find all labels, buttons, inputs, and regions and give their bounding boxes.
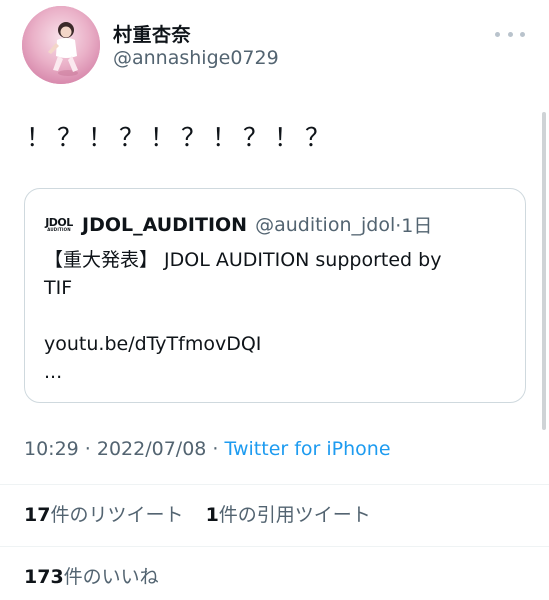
quotes-label: 件の引用ツイート xyxy=(218,504,371,526)
author-handle[interactable]: @annashige0729 xyxy=(113,47,279,69)
quoted-author-name: JDOL_AUDITION xyxy=(82,213,248,236)
avatar[interactable] xyxy=(22,6,100,84)
divider xyxy=(0,546,549,547)
retweets-stat[interactable]: 17件のリツイート xyxy=(24,504,183,526)
more-dot-icon xyxy=(520,31,525,37)
quoted-text-line: 【重大発表】 JDOL AUDITION supported by xyxy=(44,249,442,271)
likes-count: 173 xyxy=(24,566,64,588)
more-options-button[interactable] xyxy=(495,24,525,44)
retweets-label: 件のリツイート xyxy=(50,504,184,526)
jdol-logo-icon: JDOL AUDITION xyxy=(44,212,74,238)
profile-photo-icon xyxy=(22,6,100,84)
scrollbar[interactable] xyxy=(542,112,546,430)
quoted-tweet-body: 【重大発表】 JDOL AUDITION supported by TIF yo… xyxy=(44,246,514,386)
quoted-author-handle: @audition_jdol xyxy=(255,213,396,236)
retweets-count: 17 xyxy=(24,504,51,526)
tweet-meta: 10:29 · 2022/07/08 · Twitter for iPhone xyxy=(24,438,391,460)
likes-stat[interactable]: 173件のいいね xyxy=(24,562,159,589)
likes-label: 件のいいね xyxy=(63,566,159,588)
tweet-detail: 村重杏奈 @annashige0729 ！？！？！？！？！？ JDOL AUDI… xyxy=(0,0,549,600)
tweet-timestamp[interactable]: 10:29 · 2022/07/08 · xyxy=(24,438,225,460)
quoted-text-line: TIF xyxy=(44,277,73,299)
engagement-counts: 17件のリツイート 1件の引用ツイート xyxy=(24,500,371,527)
quote-tweets-stat[interactable]: 1件の引用ツイート xyxy=(206,504,371,526)
tweet-source-link[interactable]: Twitter for iPhone xyxy=(225,438,391,460)
logo-text-line2: AUDITION xyxy=(47,227,71,232)
tweet-text: ！？！？！？！？！？ xyxy=(26,123,337,152)
quoted-tweet-time: ·1日 xyxy=(395,215,433,237)
more-dot-icon xyxy=(495,31,500,37)
quoted-ellipsis: ... xyxy=(44,361,63,383)
quoted-tweet-card[interactable]: JDOL AUDITION JDOL_AUDITION @audition_jd… xyxy=(24,188,526,403)
author-display-name[interactable]: 村重杏奈 xyxy=(113,20,191,47)
divider xyxy=(0,484,549,485)
more-dot-icon xyxy=(507,31,513,37)
quoted-link[interactable]: youtu.be/dTyTfmovDQI xyxy=(44,330,514,358)
quoted-tweet-header: JDOL AUDITION JDOL_AUDITION @audition_jd… xyxy=(44,211,432,238)
quotes-count: 1 xyxy=(205,504,219,526)
